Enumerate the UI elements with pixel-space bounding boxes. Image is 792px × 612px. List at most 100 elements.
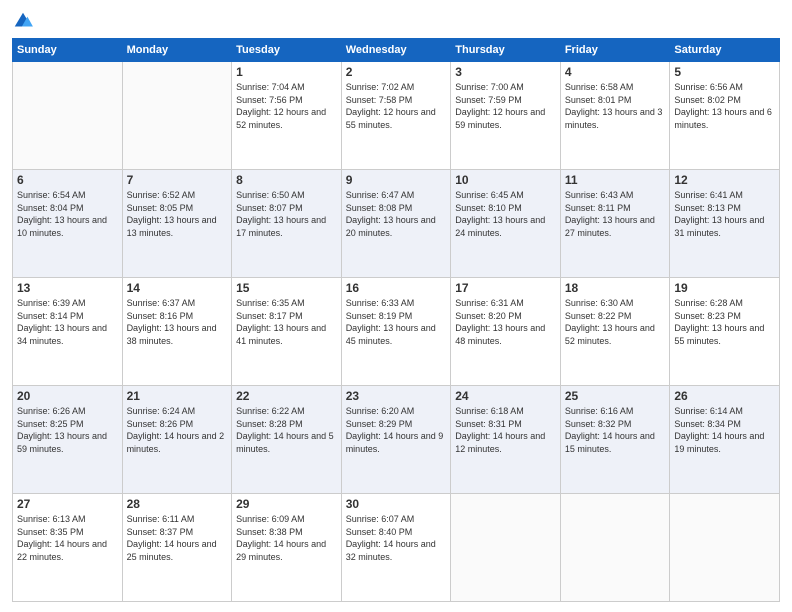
day-number: 6 bbox=[17, 173, 118, 187]
calendar-cell: 22 Sunrise: 6:22 AMSunset: 8:28 PMDayligh… bbox=[232, 386, 342, 494]
cell-info: Sunrise: 6:24 AMSunset: 8:26 PMDaylight:… bbox=[127, 405, 228, 455]
col-header-friday: Friday bbox=[560, 39, 670, 62]
calendar-cell: 24 Sunrise: 6:18 AMSunset: 8:31 PMDayligh… bbox=[451, 386, 561, 494]
cell-info: Sunrise: 6:33 AMSunset: 8:19 PMDaylight:… bbox=[346, 297, 447, 347]
day-number: 18 bbox=[565, 281, 666, 295]
cell-info: Sunrise: 6:09 AMSunset: 8:38 PMDaylight:… bbox=[236, 513, 337, 563]
cell-info: Sunrise: 6:30 AMSunset: 8:22 PMDaylight:… bbox=[565, 297, 666, 347]
cell-info: Sunrise: 6:35 AMSunset: 8:17 PMDaylight:… bbox=[236, 297, 337, 347]
day-number: 4 bbox=[565, 65, 666, 79]
calendar-cell: 28 Sunrise: 6:11 AMSunset: 8:37 PMDayligh… bbox=[122, 494, 232, 602]
calendar-week-2: 13 Sunrise: 6:39 AMSunset: 8:14 PMDayligh… bbox=[13, 278, 780, 386]
cell-info: Sunrise: 6:20 AMSunset: 8:29 PMDaylight:… bbox=[346, 405, 447, 455]
calendar-cell: 25 Sunrise: 6:16 AMSunset: 8:32 PMDayligh… bbox=[560, 386, 670, 494]
cell-info: Sunrise: 6:18 AMSunset: 8:31 PMDaylight:… bbox=[455, 405, 556, 455]
cell-info: Sunrise: 6:28 AMSunset: 8:23 PMDaylight:… bbox=[674, 297, 775, 347]
calendar-cell: 8Sunrise: 6:50 AMSunset: 8:07 PMDaylight… bbox=[232, 170, 342, 278]
calendar-cell bbox=[670, 494, 780, 602]
day-number: 20 bbox=[17, 389, 118, 403]
cell-info: Sunrise: 6:58 AMSunset: 8:01 PMDaylight:… bbox=[565, 81, 666, 131]
calendar-cell: 14 Sunrise: 6:37 AMSunset: 8:16 PMDayligh… bbox=[122, 278, 232, 386]
calendar-cell: 27Sunrise: 6:13 AMSunset: 8:35 PMDayligh… bbox=[13, 494, 123, 602]
cell-info: Sunrise: 6:43 AMSunset: 8:11 PMDaylight:… bbox=[565, 189, 666, 239]
day-number: 21 bbox=[127, 389, 228, 403]
calendar-cell: 12 Sunrise: 6:41 AMSunset: 8:13 PMDayligh… bbox=[670, 170, 780, 278]
day-number: 13 bbox=[17, 281, 118, 295]
cell-info: Sunrise: 6:22 AMSunset: 8:28 PMDaylight:… bbox=[236, 405, 337, 455]
cell-info: Sunrise: 6:41 AMSunset: 8:13 PMDaylight:… bbox=[674, 189, 775, 239]
col-header-saturday: Saturday bbox=[670, 39, 780, 62]
cell-info: Sunrise: 6:52 AMSunset: 8:05 PMDaylight:… bbox=[127, 189, 228, 239]
page: SundayMondayTuesdayWednesdayThursdayFrid… bbox=[0, 0, 792, 612]
col-header-thursday: Thursday bbox=[451, 39, 561, 62]
calendar-cell: 5 Sunrise: 6:56 AMSunset: 8:02 PMDaylight… bbox=[670, 62, 780, 170]
calendar-cell: 21 Sunrise: 6:24 AMSunset: 8:26 PMDayligh… bbox=[122, 386, 232, 494]
calendar-cell: 19 Sunrise: 6:28 AMSunset: 8:23 PMDayligh… bbox=[670, 278, 780, 386]
day-number: 30 bbox=[346, 497, 447, 511]
day-number: 11 bbox=[565, 173, 666, 187]
calendar-cell: 18 Sunrise: 6:30 AMSunset: 8:22 PMDayligh… bbox=[560, 278, 670, 386]
col-header-wednesday: Wednesday bbox=[341, 39, 451, 62]
calendar-cell: 23 Sunrise: 6:20 AMSunset: 8:29 PMDayligh… bbox=[341, 386, 451, 494]
cell-info: Sunrise: 7:00 AMSunset: 7:59 PMDaylight:… bbox=[455, 81, 556, 131]
calendar-cell bbox=[13, 62, 123, 170]
calendar-cell bbox=[122, 62, 232, 170]
day-number: 22 bbox=[236, 389, 337, 403]
calendar-week-1: 6Sunrise: 6:54 AMSunset: 8:04 PMDaylight… bbox=[13, 170, 780, 278]
cell-info: Sunrise: 7:04 AMSunset: 7:56 PMDaylight:… bbox=[236, 81, 337, 131]
logo-icon bbox=[12, 10, 34, 32]
day-number: 19 bbox=[674, 281, 775, 295]
cell-info: Sunrise: 6:26 AMSunset: 8:25 PMDaylight:… bbox=[17, 405, 118, 455]
day-number: 9 bbox=[346, 173, 447, 187]
calendar-table: SundayMondayTuesdayWednesdayThursdayFrid… bbox=[12, 38, 780, 602]
calendar-cell: 15 Sunrise: 6:35 AMSunset: 8:17 PMDayligh… bbox=[232, 278, 342, 386]
calendar-header-row: SundayMondayTuesdayWednesdayThursdayFrid… bbox=[13, 39, 780, 62]
cell-info: Sunrise: 6:37 AMSunset: 8:16 PMDaylight:… bbox=[127, 297, 228, 347]
day-number: 10 bbox=[455, 173, 556, 187]
col-header-tuesday: Tuesday bbox=[232, 39, 342, 62]
calendar-cell: 9 Sunrise: 6:47 AMSunset: 8:08 PMDaylight… bbox=[341, 170, 451, 278]
day-number: 12 bbox=[674, 173, 775, 187]
col-header-monday: Monday bbox=[122, 39, 232, 62]
day-number: 3 bbox=[455, 65, 556, 79]
logo bbox=[12, 10, 38, 32]
day-number: 29 bbox=[236, 497, 337, 511]
day-number: 8 bbox=[236, 173, 337, 187]
cell-info: Sunrise: 6:56 AMSunset: 8:02 PMDaylight:… bbox=[674, 81, 775, 131]
calendar-cell: 13 Sunrise: 6:39 AMSunset: 8:14 PMDayligh… bbox=[13, 278, 123, 386]
day-number: 5 bbox=[674, 65, 775, 79]
calendar-cell: 2 Sunrise: 7:02 AMSunset: 7:58 PMDaylight… bbox=[341, 62, 451, 170]
calendar-cell: 20 Sunrise: 6:26 AMSunset: 8:25 PMDayligh… bbox=[13, 386, 123, 494]
calendar-cell: 17 Sunrise: 6:31 AMSunset: 8:20 PMDayligh… bbox=[451, 278, 561, 386]
day-number: 25 bbox=[565, 389, 666, 403]
day-number: 1 bbox=[236, 65, 337, 79]
col-header-sunday: Sunday bbox=[13, 39, 123, 62]
cell-info: Sunrise: 6:39 AMSunset: 8:14 PMDaylight:… bbox=[17, 297, 118, 347]
calendar-cell: 7Sunrise: 6:52 AMSunset: 8:05 PMDaylight… bbox=[122, 170, 232, 278]
day-number: 26 bbox=[674, 389, 775, 403]
calendar-week-4: 27Sunrise: 6:13 AMSunset: 8:35 PMDayligh… bbox=[13, 494, 780, 602]
cell-info: Sunrise: 6:45 AMSunset: 8:10 PMDaylight:… bbox=[455, 189, 556, 239]
cell-info: Sunrise: 6:47 AMSunset: 8:08 PMDaylight:… bbox=[346, 189, 447, 239]
day-number: 2 bbox=[346, 65, 447, 79]
day-number: 28 bbox=[127, 497, 228, 511]
day-number: 27 bbox=[17, 497, 118, 511]
calendar-cell: 3 Sunrise: 7:00 AMSunset: 7:59 PMDaylight… bbox=[451, 62, 561, 170]
calendar-cell: 10 Sunrise: 6:45 AMSunset: 8:10 PMDayligh… bbox=[451, 170, 561, 278]
cell-info: Sunrise: 6:31 AMSunset: 8:20 PMDaylight:… bbox=[455, 297, 556, 347]
day-number: 17 bbox=[455, 281, 556, 295]
calendar-cell: 26 Sunrise: 6:14 AMSunset: 8:34 PMDayligh… bbox=[670, 386, 780, 494]
calendar-week-0: 1 Sunrise: 7:04 AMSunset: 7:56 PMDaylight… bbox=[13, 62, 780, 170]
day-number: 23 bbox=[346, 389, 447, 403]
calendar-cell bbox=[451, 494, 561, 602]
calendar-cell: 11 Sunrise: 6:43 AMSunset: 8:11 PMDayligh… bbox=[560, 170, 670, 278]
calendar-cell: 6Sunrise: 6:54 AMSunset: 8:04 PMDaylight… bbox=[13, 170, 123, 278]
cell-info: Sunrise: 7:02 AMSunset: 7:58 PMDaylight:… bbox=[346, 81, 447, 131]
cell-info: Sunrise: 6:11 AMSunset: 8:37 PMDaylight:… bbox=[127, 513, 228, 563]
cell-info: Sunrise: 6:14 AMSunset: 8:34 PMDaylight:… bbox=[674, 405, 775, 455]
day-number: 15 bbox=[236, 281, 337, 295]
cell-info: Sunrise: 6:16 AMSunset: 8:32 PMDaylight:… bbox=[565, 405, 666, 455]
day-number: 14 bbox=[127, 281, 228, 295]
calendar-cell: 4 Sunrise: 6:58 AMSunset: 8:01 PMDaylight… bbox=[560, 62, 670, 170]
day-number: 24 bbox=[455, 389, 556, 403]
